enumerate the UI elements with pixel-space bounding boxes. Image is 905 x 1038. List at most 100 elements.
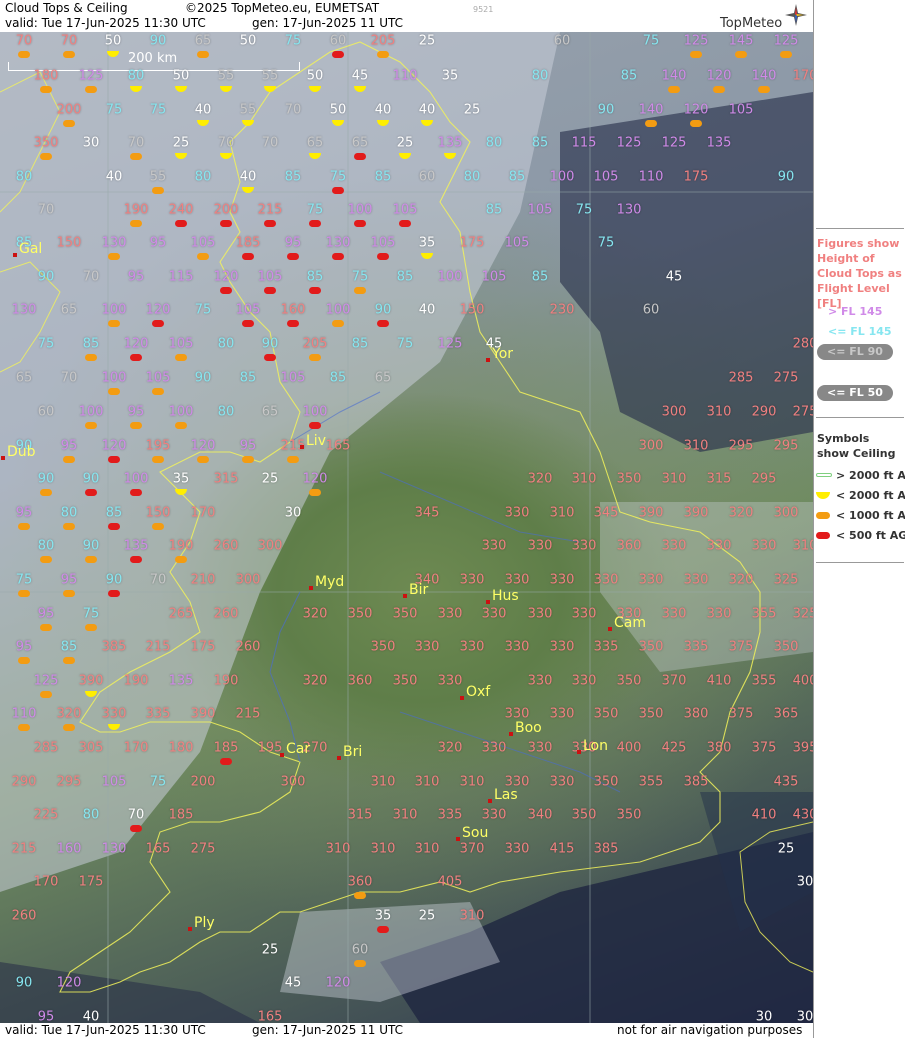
ceiling-symbol-orange [377, 51, 389, 58]
cloud-top-label: 90 [194, 370, 212, 386]
city-marker [577, 750, 581, 754]
cloud-top-label: 75 [329, 169, 347, 185]
ceiling-symbol-red [399, 220, 411, 227]
cloud-top-label: 225 [33, 807, 59, 823]
cloud-top-label: 320 [302, 606, 328, 622]
cloud-top-label: 85 [329, 370, 347, 386]
cloud-top-label: 25 [418, 908, 436, 924]
city-label: Gal [19, 241, 43, 257]
cloud-top-label: 105 [728, 102, 754, 118]
legend-figures-title: Figures show Height of Cloud Tops as Fli… [817, 237, 902, 310]
cloud-top-label: 280 [792, 336, 813, 352]
cloud-top-label: 330 [661, 606, 687, 622]
cloud-top-label: 90 [15, 975, 33, 991]
city-marker [280, 753, 284, 757]
ceiling-symbol-orange [309, 354, 321, 361]
cloud-top-label: 90 [777, 169, 795, 185]
cloud-top-label: 85 [239, 370, 257, 386]
cloud-top-label: 75 [149, 774, 167, 790]
ceiling-symbol-red [287, 320, 299, 327]
cloud-top-label: 120 [683, 102, 709, 118]
cloud-top-label: 55 [217, 68, 235, 84]
cloud-top-label: 130 [101, 235, 127, 251]
cloud-top-label: 145 [728, 33, 754, 49]
cloud-top-label: 210 [190, 572, 216, 588]
cloud-top-label: 105 [235, 302, 261, 318]
cloud-top-label: 360 [347, 874, 373, 890]
cloud-top-label: 100 [549, 169, 575, 185]
cloud-top-label: 190 [123, 673, 149, 689]
cloud-top-label: 65 [306, 135, 324, 151]
cloud-top-label: 35 [374, 908, 392, 924]
city-label: Lon [583, 738, 608, 754]
cloud-top-label: 335 [437, 807, 463, 823]
cloud-top-label: 95 [60, 438, 78, 454]
cloud-top-label: 380 [683, 706, 709, 722]
cloud-top-label: 60 [351, 942, 369, 958]
ceiling-symbol-orange [130, 220, 142, 227]
cloud-top-label: 85 [82, 336, 100, 352]
cloud-top-label: 350 [616, 807, 642, 823]
cloud-top-label: 330 [101, 706, 127, 722]
cloud-top-label: 435 [773, 774, 799, 790]
cloud-top-label: 320 [56, 706, 82, 722]
cloud-top-label: 125 [616, 135, 642, 151]
scale-bar-label: 200 km [128, 51, 178, 66]
cloud-top-label: 265 [168, 606, 194, 622]
ceiling-symbol-orange [780, 51, 792, 58]
cloud-top-label: 85 [306, 269, 324, 285]
cloud-top-label: 135 [123, 538, 149, 554]
city-marker [1, 456, 5, 460]
ceiling-symbol-orange [758, 86, 770, 93]
cloud-top-label: 190 [123, 202, 149, 218]
cloud-top-label: 35 [172, 471, 190, 487]
ceiling-symbol-red [377, 253, 389, 260]
cloud-top-label: 100 [123, 471, 149, 487]
cloud-top-label: 330 [706, 538, 732, 554]
ceiling-symbol-orange [690, 120, 702, 127]
ceiling-symbol-orange [18, 724, 30, 731]
cloud-top-label: 95 [15, 639, 33, 655]
cloud-top-label: 50 [172, 68, 190, 84]
ceiling-symbol-orange [175, 422, 187, 429]
cloud-top-label: 180 [168, 740, 194, 756]
cloud-top-label: 330 [437, 606, 463, 622]
ceiling-symbol-red [242, 253, 254, 260]
cloud-top-label: 395 [792, 740, 813, 756]
cloud-top-label: 150 [56, 235, 82, 251]
cloud-top-label: 300 [280, 774, 306, 790]
cloud-top-label: 300 [661, 404, 687, 420]
cloud-top-label: 105 [101, 774, 127, 790]
cloud-top-label: 25 [261, 471, 279, 487]
legend-divider [816, 228, 904, 229]
cloud-top-label: 160 [280, 302, 306, 318]
cloud-top-label: 335 [145, 706, 171, 722]
cloud-top-label: 40 [239, 169, 257, 185]
cloud-top-label: 310 [370, 774, 396, 790]
cloud-top-label: 90 [261, 336, 279, 352]
cloud-top-label: 330 [504, 572, 530, 588]
cloud-top-label: 175 [78, 874, 104, 890]
cloud-top-label: 405 [437, 874, 463, 890]
cloud-top-label: 320 [437, 740, 463, 756]
cloud-top-label: 330 [593, 572, 619, 588]
cloud-top-label: 115 [168, 269, 194, 285]
cloud-top-label: 330 [549, 639, 575, 655]
ceiling-symbol-orange [40, 624, 52, 631]
cloud-top-label: 400 [616, 740, 642, 756]
cloud-top-label: 285 [728, 370, 754, 386]
satellite-map[interactable]: 200 km 70 70 50 90 65 50 75 60 205 25 60 75 125 145 12… [0, 32, 813, 1023]
ceiling-symbol-red [354, 153, 366, 160]
cloud-top-label: 260 [11, 908, 37, 924]
cloud-top-label: 65 [351, 135, 369, 151]
ceiling-symbol-orange [130, 153, 142, 160]
cloud-top-label: 100 [78, 404, 104, 420]
cloud-top-label: 75 [396, 336, 414, 352]
cloud-top-label: 60 [329, 33, 347, 49]
cloud-top-label: 120 [145, 302, 171, 318]
cloud-top-label: 80 [15, 169, 33, 185]
cloud-top-label: 305 [78, 740, 104, 756]
cloud-top-label: 80 [194, 169, 212, 185]
cloud-top-label: 80 [127, 68, 145, 84]
cloud-top-label: 100 [101, 370, 127, 386]
